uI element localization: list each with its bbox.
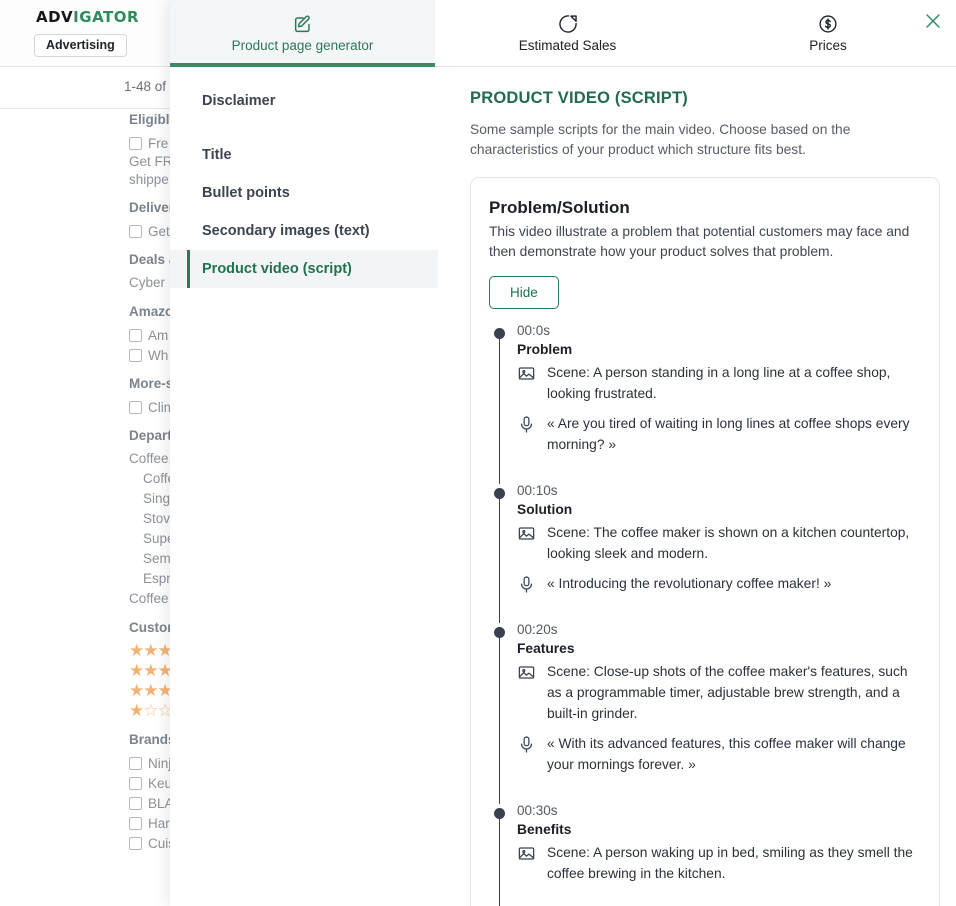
nav-item-label: Disclaimer [202,93,276,109]
timeline-voice-row: « Are you tired of waiting in long lines… [517,413,921,455]
tab-product-page-generator[interactable]: Product page generator [170,0,435,67]
filter-label: Har [148,815,170,831]
timeline-scene-text: Scene: A person waking up in bed, smilin… [547,845,913,881]
checkbox[interactable] [129,836,142,850]
timeline-timestamp: 00:0s [517,323,551,338]
checkbox[interactable] [129,796,142,810]
logo-part-one: ADV [36,8,74,26]
hide-button[interactable]: Hide [489,276,559,309]
timeline-timestamp: 00:20s [517,622,558,637]
script-card: Problem/Solution This video illustrate a… [470,177,940,906]
timeline-scene-text: Scene: The coffee maker is shown on a ki… [547,525,910,561]
checkbox[interactable] [129,328,142,342]
image-icon [517,362,537,383]
overlay-section-nav: Disclaimer Title Bullet points Secondary… [170,67,438,906]
card-title: Problem/Solution [489,198,630,217]
page-subtitle: Some sample scripts for the main video. … [470,122,851,157]
timeline-timestamp: 00:10s [517,483,558,498]
results-count: 1-48 of [124,79,167,94]
nav-item-product-video[interactable]: Product video (script) [170,250,438,288]
overlay-main-content: PRODUCT VIDEO (SCRIPT) Some sample scrip… [438,67,956,906]
nav-item-bullet-points[interactable]: Bullet points [170,174,438,212]
timeline-voice-text: « Are you tired of waiting in long lines… [547,416,910,452]
tab-label: Product page generator [231,38,374,53]
timeline-voice-text: « With its advanced features, this coffe… [547,736,906,772]
page-title: PRODUCT VIDEO (SCRIPT) [470,89,688,107]
filter-label: Wh [148,347,169,363]
checkbox[interactable] [129,756,142,770]
pie-chart-icon [557,13,579,35]
tab-label: Estimated Sales [518,38,617,53]
image-icon [517,522,537,543]
image-icon [517,661,537,682]
overlay-tabbar: Product page generator Estimated Sales P… [170,0,956,67]
site-logo[interactable]: ADVIGATOR [36,8,139,26]
tab-estimated-sales[interactable]: Estimated Sales [435,0,700,66]
tab-label: Prices [809,38,847,53]
timeline-scene-text: Scene: Close-up shots of the coffee make… [547,664,908,721]
microphone-icon [517,573,537,594]
nav-item-label: Bullet points [202,185,290,201]
timeline-heading: Problem [517,342,573,357]
checkbox[interactable] [129,224,142,238]
timeline-scene-row: Scene: Close-up shots of the coffee make… [517,661,921,724]
dollar-circle-icon [817,13,839,35]
timeline-scene-row: Scene: A person standing in a long line … [517,362,921,404]
timeline-heading: Solution [517,502,573,517]
filter-label: Fre [148,135,169,151]
nav-item-disclaimer[interactable]: Disclaimer [170,82,438,120]
product-page-generator-overlay: Product page generator Estimated Sales P… [170,0,956,906]
timeline-item: 00:30s Benefits Scene: A person waking u… [489,801,921,906]
nav-item-label: Product video (script) [202,261,352,277]
close-icon[interactable] [922,10,944,32]
timeline-voice-row: « With its advanced features, this coffe… [517,733,921,775]
card-description: This video illustrate a problem that pot… [489,224,910,259]
microphone-icon [517,413,537,434]
timeline-item: 00:0s Problem Scene: A person standing i… [489,321,921,484]
checkbox[interactable] [129,136,142,150]
filter-label: Am [148,327,169,343]
nav-item-label: Secondary images (text) [202,223,370,239]
checkbox[interactable] [129,776,142,790]
logo-part-two: IGATOR [73,8,140,26]
timeline-timestamp: 00:30s [517,803,558,818]
filter-label: Get [148,223,170,239]
tab-prices[interactable]: Prices [700,0,956,66]
timeline-heading: Features [517,641,575,656]
checkbox[interactable] [129,400,142,414]
nav-item-label: Title [202,147,232,163]
advertising-button[interactable]: Advertising [34,34,127,57]
script-timeline: 00:0s Problem Scene: A person standing i… [489,321,921,906]
timeline-scene-row: Scene: The coffee maker is shown on a ki… [517,522,921,564]
timeline-heading: Benefits [517,822,572,837]
filter-label: Keu [148,775,173,791]
microphone-icon [517,733,537,754]
pencil-square-icon [292,13,314,35]
image-icon [517,842,537,863]
timeline-scene-text: Scene: A person standing in a long line … [547,365,891,401]
timeline-scene-row: Scene: A person waking up in bed, smilin… [517,842,921,884]
timeline-voice-row: « Introducing the revolutionary coffee m… [517,573,921,594]
timeline-item: 00:10s Solution Scene: The coffee maker … [489,481,921,623]
nav-item-secondary-images[interactable]: Secondary images (text) [170,212,438,250]
checkbox[interactable] [129,348,142,362]
filter-label: Ninj [148,755,172,771]
checkbox[interactable] [129,816,142,830]
nav-item-title[interactable]: Title [170,136,438,174]
timeline-voice-text: « Introducing the revolutionary coffee m… [547,576,832,591]
timeline-item: 00:20s Features Scene: Close-up shots of… [489,620,921,804]
